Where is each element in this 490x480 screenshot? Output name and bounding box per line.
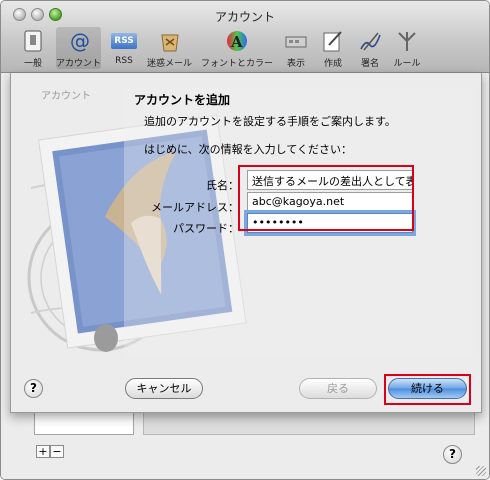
remove-account-button[interactable]: − [50,445,64,458]
signature-icon [356,27,384,55]
sheet-instruction: はじめに、次の情報を入力してください： [144,143,353,156]
toolbar-item-rules[interactable]: ルール [393,27,421,69]
sheet-description: 追加のアカウントを設定する手順をご案内します。 [144,115,396,128]
toolbar-item-rss[interactable]: RSS RSS [110,27,138,69]
svg-text:@: @ [70,29,90,53]
title-bar: アカウント 一般 @ アカウント RSS RSS 迷惑メール A フォントとカラ… [1,1,489,73]
toolbar-item-accounts[interactable]: @ アカウント [56,27,102,69]
fonts-colors-icon: A [223,27,251,55]
rss-badge: RSS [111,33,138,49]
help-button[interactable]: ? [443,445,462,464]
preferences-window: アカウント 一般 @ アカウント RSS RSS 迷惑メール A フォントとカラ… [0,0,490,480]
toolbar-label: ルール [393,59,421,69]
toolbar-item-general[interactable]: 一般 [19,27,47,69]
name-label: 氏名： [206,179,239,192]
toolbar-item-signature[interactable]: 署名 [356,27,384,69]
at-sign-icon: @ [65,27,93,55]
fields-highlight-box [238,165,414,231]
back-button[interactable]: 戻る [299,378,377,399]
switch-icon [19,27,47,55]
toolbar-label: 一般 [23,59,42,69]
junk-mail-icon [156,27,184,55]
display-icon [282,27,310,55]
cancel-button[interactable]: キャンセル [125,378,203,399]
compose-icon [319,27,347,55]
window-title: アカウント [214,10,275,24]
toolbar-label: RSS [115,56,133,66]
toolbar-label: 表示 [287,59,306,69]
resize-grip[interactable] [476,466,486,476]
toolbar-item-compose[interactable]: 作成 [319,27,347,69]
toolbar-item-display[interactable]: 表示 [282,27,310,69]
toolbar-label: 作成 [324,59,343,69]
toolbar: 一般 @ アカウント RSS RSS 迷惑メール A フォントとカラー 表示 作… [19,27,430,69]
toolbar-label: フォントとカラー [201,59,274,69]
toolbar-label: 署名 [361,59,380,69]
toolbar-item-fonts-colors[interactable]: A フォントとカラー [201,27,273,69]
rss-icon: RSS [110,27,138,55]
toolbar-label: アカウント [56,59,102,69]
password-label: パスワード： [173,222,239,235]
continue-highlight-box [384,374,471,405]
add-remove-controls: + − [36,445,64,458]
toolbar-item-junk-mail[interactable]: 迷惑メール [147,27,192,69]
rules-icon [393,27,421,55]
add-account-button[interactable]: + [36,445,50,458]
add-account-sheet: アカウント アカウントを追加 追加のアカウントを設定する手順をご案内します。 は… [10,73,482,413]
svg-text:A: A [230,33,243,51]
sheet-heading: アカウントを追加 [134,93,231,107]
sheet-help-button[interactable]: ? [24,379,43,398]
toolbar-label: 迷惑メール [147,59,193,69]
email-label: メールアドレス： [151,201,239,214]
